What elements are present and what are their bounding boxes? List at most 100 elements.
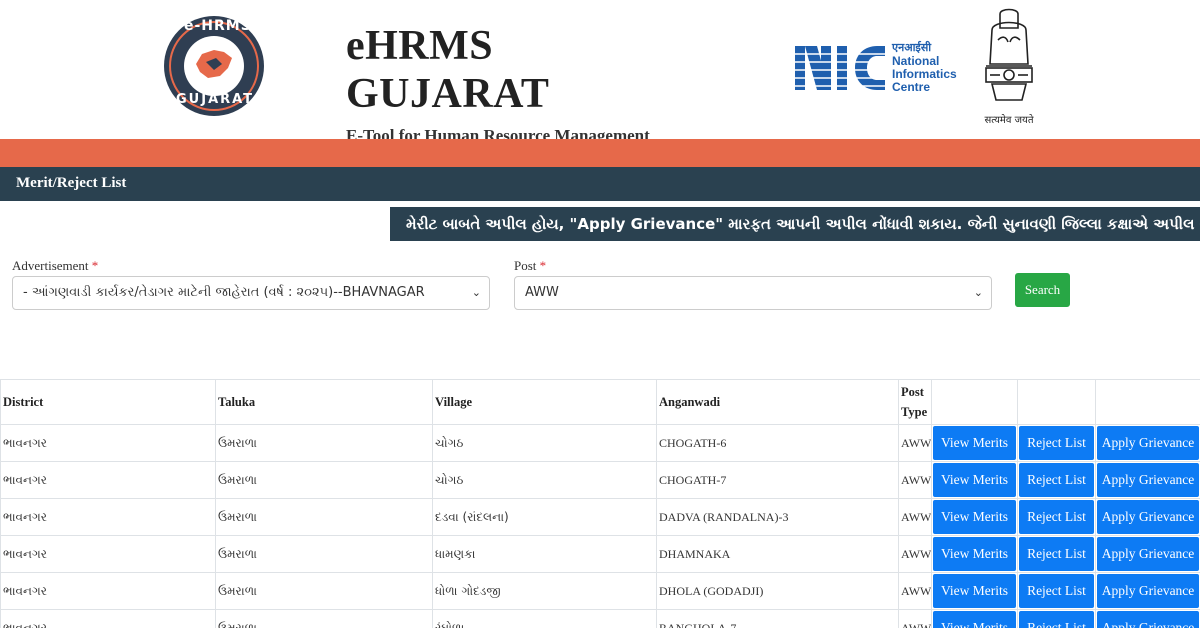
cell-apply-grievance: Apply Grievance bbox=[1095, 609, 1200, 628]
column-header-district: District bbox=[0, 379, 216, 425]
nic-mark-icon bbox=[795, 46, 887, 90]
lion-capital-icon bbox=[985, 8, 1033, 101]
reject-list-button[interactable]: Reject List bbox=[1019, 463, 1094, 497]
cell-view-merits: View Merits bbox=[931, 424, 1018, 462]
view-merits-button[interactable]: View Merits bbox=[933, 537, 1016, 571]
column-header-taluka: Taluka bbox=[215, 379, 433, 425]
column-header-action-1 bbox=[931, 379, 1018, 425]
cell-post-type: AWW bbox=[898, 535, 932, 573]
cell-taluka: ઉમરાળા bbox=[215, 498, 433, 536]
post-select[interactable]: AWW ⌄ bbox=[514, 276, 992, 310]
cell-view-merits: View Merits bbox=[931, 535, 1018, 573]
cell-anganwadi: CHOGATH-7 bbox=[656, 461, 899, 499]
column-header-action-3 bbox=[1095, 379, 1200, 425]
column-header-anganwadi: Anganwadi bbox=[656, 379, 899, 425]
nic-hindi-text: एनआईसी bbox=[892, 41, 932, 54]
cell-district: ભાવનગર bbox=[0, 609, 216, 628]
emblem-motto: सत्यमेव जयते bbox=[984, 115, 1034, 126]
cell-reject-list: Reject List bbox=[1017, 535, 1096, 573]
table-row: ભાવનગર ઉમરાળા ચોગઠ CHOGATH-7 AWW View Me… bbox=[0, 461, 1200, 499]
view-merits-button[interactable]: View Merits bbox=[933, 463, 1016, 497]
page-title: Merit/Reject List bbox=[16, 175, 127, 191]
cell-district: ભાવનગર bbox=[0, 461, 216, 499]
merit-table: District Taluka Village Anganwadi Post T… bbox=[0, 379, 1200, 628]
cell-anganwadi: DHAMNAKA bbox=[656, 535, 899, 573]
cell-village: ચોગઠ bbox=[432, 424, 657, 462]
post-selected-value: AWW bbox=[525, 285, 559, 300]
ehrms-logo-top-text: e-HRMS bbox=[184, 18, 252, 34]
cell-taluka: ઉમરાળા bbox=[215, 461, 433, 499]
column-header-village: Village bbox=[432, 379, 657, 425]
cell-apply-grievance: Apply Grievance bbox=[1095, 572, 1200, 610]
cell-view-merits: View Merits bbox=[931, 572, 1018, 610]
cell-village: ધામણકા bbox=[432, 535, 657, 573]
cell-taluka: ઉમરાળા bbox=[215, 609, 433, 628]
table-row: ભાવનગર ઉમરાળા ધામણકા DHAMNAKA AWW View M… bbox=[0, 535, 1200, 573]
reject-list-button[interactable]: Reject List bbox=[1019, 574, 1094, 608]
accent-bar bbox=[0, 139, 1200, 167]
cell-village: ધોળા ગોદડજી bbox=[432, 572, 657, 610]
cell-reject-list: Reject List bbox=[1017, 424, 1096, 462]
nic-line-3: Centre bbox=[892, 80, 931, 94]
advertisement-selected-value: - આંગણવાડી કાર્યકર/તેડાગર માટેની જાહેરાત… bbox=[23, 285, 425, 300]
cell-post-type: AWW bbox=[898, 609, 932, 628]
cell-taluka: ઉમરાળા bbox=[215, 424, 433, 462]
cell-apply-grievance: Apply Grievance bbox=[1095, 461, 1200, 499]
nic-logo: एनआईसी National Informatics Centre bbox=[795, 40, 960, 96]
cell-view-merits: View Merits bbox=[931, 609, 1018, 628]
cell-anganwadi: DHOLA (GODADJI) bbox=[656, 572, 899, 610]
view-merits-button[interactable]: View Merits bbox=[933, 574, 1016, 608]
cell-taluka: ઉમરાળા bbox=[215, 535, 433, 573]
reject-list-button[interactable]: Reject List bbox=[1019, 500, 1094, 534]
required-mark: * bbox=[539, 258, 547, 273]
cell-village: ચોગઠ bbox=[432, 461, 657, 499]
apply-grievance-button[interactable]: Apply Grievance bbox=[1097, 426, 1199, 460]
apply-grievance-button[interactable]: Apply Grievance bbox=[1097, 611, 1199, 628]
view-merits-button[interactable]: View Merits bbox=[933, 500, 1016, 534]
cell-anganwadi: CHOGATH-6 bbox=[656, 424, 899, 462]
cell-apply-grievance: Apply Grievance bbox=[1095, 498, 1200, 536]
apply-grievance-button[interactable]: Apply Grievance bbox=[1097, 537, 1199, 571]
nic-line-1: National bbox=[892, 54, 940, 68]
chevron-down-icon: ⌄ bbox=[471, 286, 481, 299]
table-row: ભાવનગર ઉમરાળા ચોગઠ CHOGATH-6 AWW View Me… bbox=[0, 424, 1200, 462]
reject-list-button[interactable]: Reject List bbox=[1019, 426, 1094, 460]
cell-post-type: AWW bbox=[898, 424, 932, 462]
cell-anganwadi: RANGHOLA-7 bbox=[656, 609, 899, 628]
cell-district: ભાવનગર bbox=[0, 535, 216, 573]
nic-line-2: Informatics bbox=[892, 67, 957, 81]
table-row: ભાવનગર ઉમરાળા દડવા (રાંદલના) DADVA (RAND… bbox=[0, 498, 1200, 536]
page-title-bar: Merit/Reject List bbox=[0, 167, 1200, 201]
column-header-post-type: Post Type bbox=[898, 379, 932, 425]
reject-list-button[interactable]: Reject List bbox=[1019, 537, 1094, 571]
site-header: e-HRMS GUJARAT eHRMS GUJARAT E-Tool for … bbox=[0, 0, 1200, 165]
advertisement-select[interactable]: - આંગણવાડી કાર્યકર/તેડાગર માટેની જાહેરાત… bbox=[12, 276, 490, 310]
table-row: ભાવનગર ઉમરાળા ધોળા ગોદડજી DHOLA (GODADJI… bbox=[0, 572, 1200, 610]
cell-reject-list: Reject List bbox=[1017, 572, 1096, 610]
view-merits-button[interactable]: View Merits bbox=[933, 426, 1016, 460]
search-button[interactable]: Search bbox=[1015, 273, 1070, 307]
cell-apply-grievance: Apply Grievance bbox=[1095, 535, 1200, 573]
cell-post-type: AWW bbox=[898, 461, 932, 499]
cell-reject-list: Reject List bbox=[1017, 609, 1096, 628]
view-merits-button[interactable]: View Merits bbox=[933, 611, 1016, 628]
column-header-action-2 bbox=[1017, 379, 1096, 425]
cell-district: ભાવનગર bbox=[0, 498, 216, 536]
cell-apply-grievance: Apply Grievance bbox=[1095, 424, 1200, 462]
chevron-down-icon: ⌄ bbox=[973, 286, 983, 299]
cell-village: રંઘોળા bbox=[432, 609, 657, 628]
reject-list-button[interactable]: Reject List bbox=[1019, 611, 1094, 628]
table-row: ભાવનગર ઉમરાળા રંઘોળા RANGHOLA-7 AWW View… bbox=[0, 609, 1200, 628]
app-title: eHRMS GUJARAT bbox=[346, 23, 550, 117]
apply-grievance-button[interactable]: Apply Grievance bbox=[1097, 463, 1199, 497]
apply-grievance-button[interactable]: Apply Grievance bbox=[1097, 574, 1199, 608]
cell-district: ભાવનગર bbox=[0, 572, 216, 610]
cell-reject-list: Reject List bbox=[1017, 461, 1096, 499]
advertisement-label: Advertisement * bbox=[12, 258, 98, 274]
national-emblem: सत्यमेव जयते bbox=[978, 4, 1040, 130]
advertisement-label-text: Advertisement bbox=[12, 258, 89, 273]
apply-grievance-button[interactable]: Apply Grievance bbox=[1097, 500, 1199, 534]
cell-reject-list: Reject List bbox=[1017, 498, 1096, 536]
required-mark: * bbox=[91, 258, 99, 273]
ehrms-logo-bottom-text: GUJARAT bbox=[176, 92, 255, 107]
